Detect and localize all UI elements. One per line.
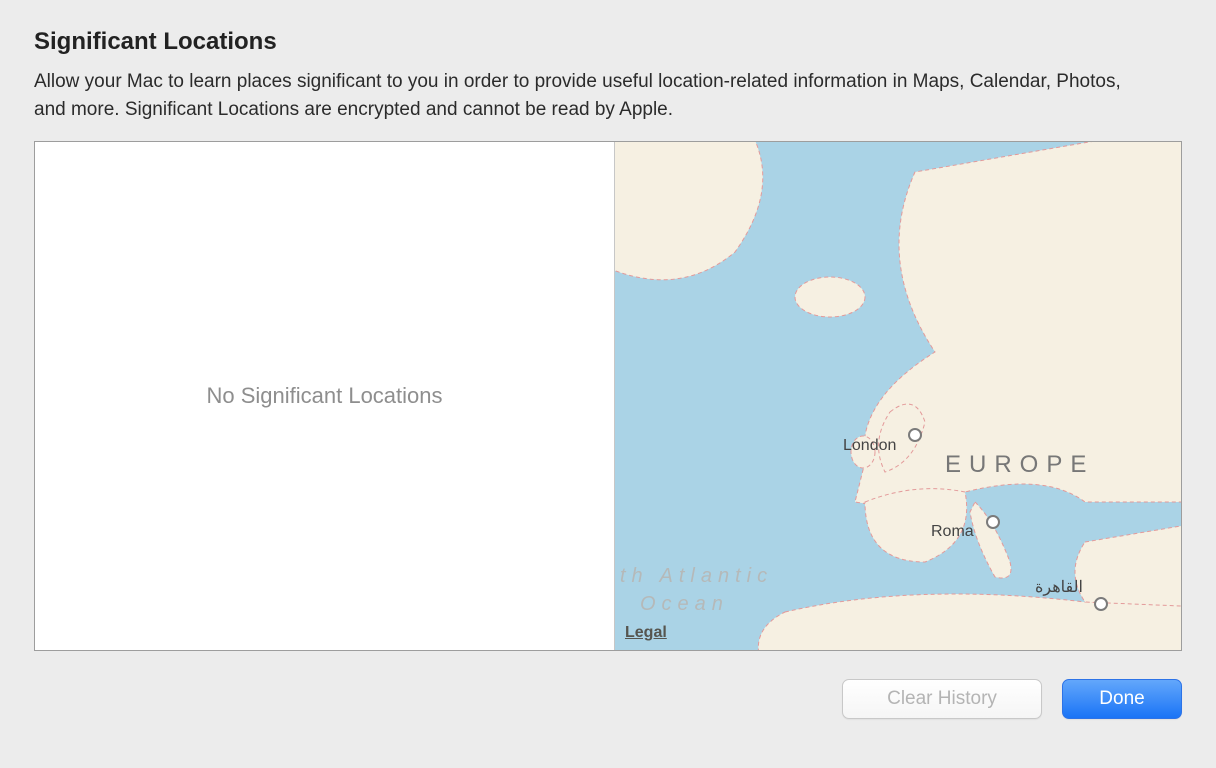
- ocean-label-line1: th Atlantic: [620, 565, 773, 587]
- locations-content-box: No Significant Locations: [34, 141, 1182, 651]
- map-icon: th Atlantic Ocean EUROPE London Roma الق…: [615, 142, 1181, 650]
- map-pane[interactable]: th Atlantic Ocean EUROPE London Roma الق…: [615, 142, 1181, 650]
- page-description: Allow your Mac to learn places significa…: [34, 68, 1154, 123]
- clear-history-button[interactable]: Clear History: [842, 679, 1042, 719]
- page-title: Significant Locations: [34, 28, 1182, 56]
- legal-link[interactable]: Legal: [625, 624, 667, 642]
- city-label-cairo: القاهرة: [1035, 579, 1083, 596]
- locations-list-pane: No Significant Locations: [35, 142, 615, 650]
- empty-state-label: No Significant Locations: [206, 383, 442, 409]
- city-dot-cairo: [1095, 598, 1107, 610]
- city-label-london: London: [843, 437, 896, 454]
- city-label-roma: Roma: [931, 523, 974, 540]
- button-row: Clear History Done: [34, 679, 1182, 719]
- ocean-label-line2: Ocean: [640, 593, 729, 615]
- done-button[interactable]: Done: [1062, 679, 1182, 719]
- significant-locations-panel: Significant Locations Allow your Mac to …: [0, 0, 1216, 719]
- city-dot-roma: [987, 516, 999, 528]
- continent-label: EUROPE: [945, 451, 1094, 478]
- city-dot-london: [909, 429, 921, 441]
